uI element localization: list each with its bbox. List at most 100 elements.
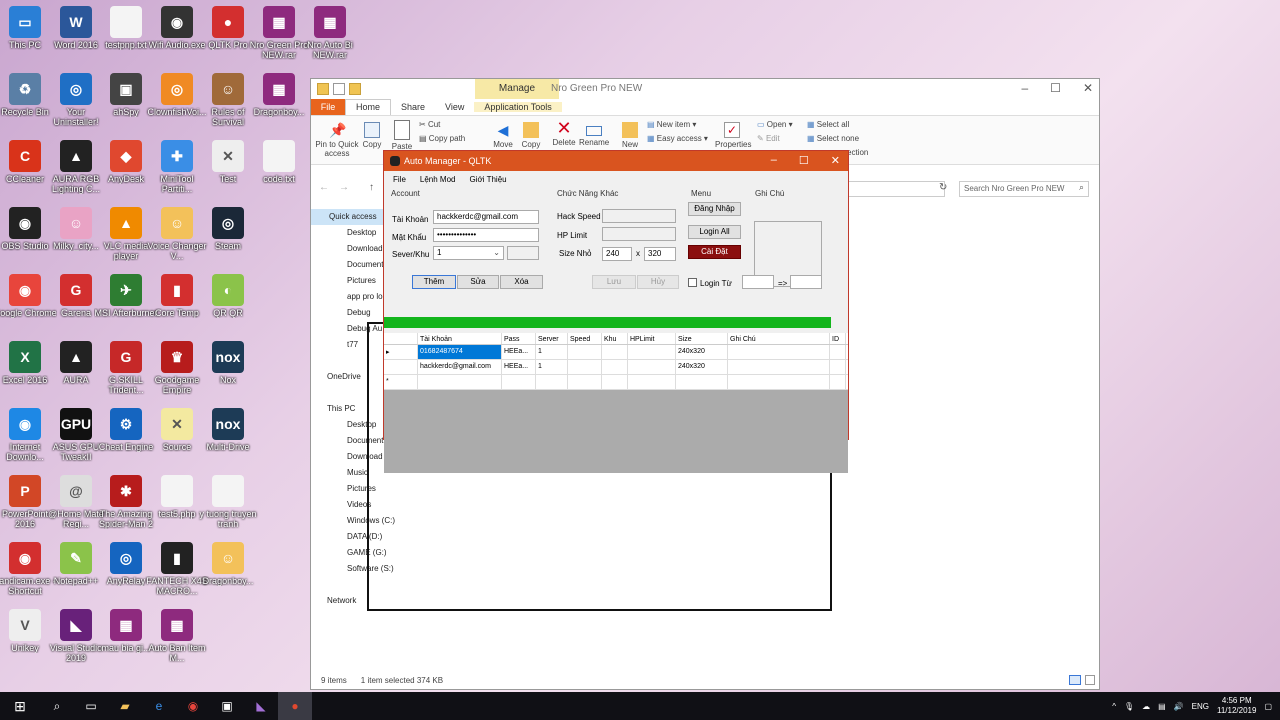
paste-button[interactable]: Paste [389, 120, 415, 151]
login-from-input[interactable] [742, 275, 774, 289]
table-cell[interactable]: hackkerdc@gmail.com [418, 360, 502, 374]
table-cell[interactable] [628, 360, 676, 374]
accounts-grid[interactable]: Tài Khoản Pass Server Speed Khu HPLimit Size Gh… [384, 333, 848, 473]
auto-manager-window[interactable]: Auto Manager - QLTK – ☐ ✕ File Lệnh Mod … [383, 150, 849, 473]
large-icons-view-icon[interactable] [1085, 675, 1095, 685]
table-row[interactable]: ▸ 01682487674 HEEa... 1 240x320 [384, 345, 848, 360]
move-to-button[interactable]: ◀ Move [491, 122, 515, 149]
table-row[interactable]: * [384, 375, 848, 390]
them-button[interactable]: Thêm [412, 275, 456, 289]
table-cell[interactable] [602, 345, 628, 359]
column-header[interactable]: Ghi Chú [728, 333, 830, 344]
search-icon[interactable]: ⌕ [40, 692, 74, 720]
login-all-button[interactable]: Login All [688, 225, 741, 239]
back-arrow-icon[interactable]: ← [319, 182, 329, 193]
login-to-input[interactable] [790, 275, 822, 289]
easy-access-button[interactable]: ▦ Easy access ▾ [647, 134, 708, 143]
table-cell[interactable] [602, 360, 628, 374]
volume-icon[interactable]: 🔊 [1174, 702, 1184, 711]
visual-studio-icon[interactable]: ◣ [244, 692, 278, 720]
network-icon[interactable]: ▤ [1158, 702, 1166, 711]
microphone-icon[interactable]: 🎙 [1124, 702, 1134, 711]
tab-share[interactable]: Share [391, 102, 435, 112]
cai-dat-button[interactable]: Cài Đặt [688, 245, 741, 259]
table-cell[interactable]: HEEa... [502, 345, 536, 359]
forward-arrow-icon[interactable]: → [339, 182, 349, 193]
notifications-icon[interactable]: ▢ [1264, 702, 1272, 711]
column-header[interactable]: ID [830, 333, 846, 344]
file-explorer-icon[interactable]: ▰ [108, 692, 142, 720]
onedrive-icon[interactable]: ☁ [1142, 702, 1150, 711]
menu-file[interactable]: File [393, 175, 406, 184]
table-cell[interactable] [568, 345, 602, 359]
table-cell[interactable] [536, 375, 568, 389]
table-cell[interactable]: 1 [536, 360, 568, 374]
language-indicator[interactable]: ENG [1192, 702, 1209, 711]
desktop-icon[interactable]: y tuong truyen tranh [196, 475, 260, 541]
size-height-input[interactable]: 320 [644, 247, 676, 261]
table-cell[interactable] [728, 375, 830, 389]
tab-file[interactable]: File [311, 99, 345, 115]
menu-lenh-mod[interactable]: Lệnh Mod [420, 175, 456, 184]
properties-button[interactable]: ✓ Properties [715, 122, 751, 149]
table-cell[interactable] [628, 345, 676, 359]
chevron-up-icon[interactable]: ^ [1112, 702, 1116, 711]
close-icon[interactable]: ✕ [1083, 81, 1093, 95]
desktop-icon[interactable]: code.txt [247, 140, 311, 206]
windows-start-icon[interactable]: ⊞ [0, 692, 40, 720]
table-cell[interactable] [628, 375, 676, 389]
mat-khau-input[interactable]: •••••••••••••• [433, 228, 539, 242]
column-header[interactable]: Khu [602, 333, 628, 344]
tab-home[interactable]: Home [345, 99, 392, 115]
properties-icon[interactable] [333, 83, 345, 95]
tab-view[interactable]: View [435, 102, 474, 112]
table-cell[interactable] [568, 360, 602, 374]
desktop-icon[interactable]: ▦ Auto Ban Item M... [145, 609, 209, 675]
table-cell[interactable] [418, 375, 502, 389]
manage-context-tab[interactable]: Manage [475, 79, 559, 99]
delete-button[interactable]: ✕ Delete [551, 119, 577, 147]
edge-icon[interactable]: e [142, 692, 176, 720]
clock[interactable]: 4:56 PM 11/12/2019 [1217, 696, 1256, 716]
table-cell[interactable]: 1 [536, 345, 568, 359]
close-icon[interactable]: ✕ [831, 154, 840, 167]
desktop-icon[interactable]: ☺ Dragonboy... [196, 542, 260, 608]
menu-gioi-thieu[interactable]: Giới Thiệu [469, 175, 506, 184]
select-all-button[interactable]: ▦ Select all [807, 120, 849, 129]
table-cell[interactable] [502, 375, 536, 389]
sua-button[interactable]: Sửa [457, 275, 499, 289]
copy-button[interactable]: Copy [361, 122, 383, 149]
window-app-icon[interactable]: ▣ [210, 692, 244, 720]
rename-button[interactable]: Rename [579, 122, 609, 147]
copy-path-button[interactable]: ▤ Copy path [419, 134, 465, 143]
table-cell[interactable] [830, 345, 846, 359]
pin-quick-access-button[interactable]: 📌 Pin to Quick access [315, 122, 359, 158]
sever-select[interactable]: 1 ⌄ [433, 246, 504, 260]
table-cell[interactable]: ▸ [384, 345, 418, 359]
login-tu-checkbox[interactable] [688, 278, 697, 287]
table-cell[interactable] [676, 375, 728, 389]
column-header[interactable]: HPLimit [628, 333, 676, 344]
table-cell[interactable] [830, 360, 846, 374]
table-cell[interactable] [830, 375, 846, 389]
column-header[interactable]: Speed [568, 333, 602, 344]
desktop-icon[interactable]: nox Multi-Drive [196, 408, 260, 474]
details-view-icon[interactable] [1069, 675, 1081, 685]
desktop-icon[interactable]: ◎ Steam [196, 207, 260, 273]
column-header[interactable]: Tài Khoản [418, 333, 502, 344]
hack-speed-input[interactable] [602, 209, 676, 223]
xoa-button[interactable]: Xóa [500, 275, 543, 289]
cut-button[interactable]: ✂ Cut [419, 120, 440, 129]
quick-access-toolbar[interactable] [311, 83, 361, 95]
size-width-input[interactable]: 240 [602, 247, 632, 261]
minimize-icon[interactable]: – [771, 154, 777, 167]
desktop-icon[interactable]: ▦ Dragonboy... [247, 73, 311, 139]
desktop-icon[interactable]: nox Nox [196, 341, 260, 407]
table-cell[interactable]: * [384, 375, 418, 389]
minimize-icon[interactable]: – [1021, 81, 1028, 95]
desktop-icon[interactable]: ▦ Nro Auto Bi NEW.rar [298, 6, 362, 72]
maximize-icon[interactable]: ☐ [799, 154, 809, 167]
huy-button[interactable]: Hủy [637, 275, 679, 289]
search-input[interactable]: Search Nro Green Pro NEW [959, 181, 1089, 197]
table-cell[interactable] [728, 345, 830, 359]
